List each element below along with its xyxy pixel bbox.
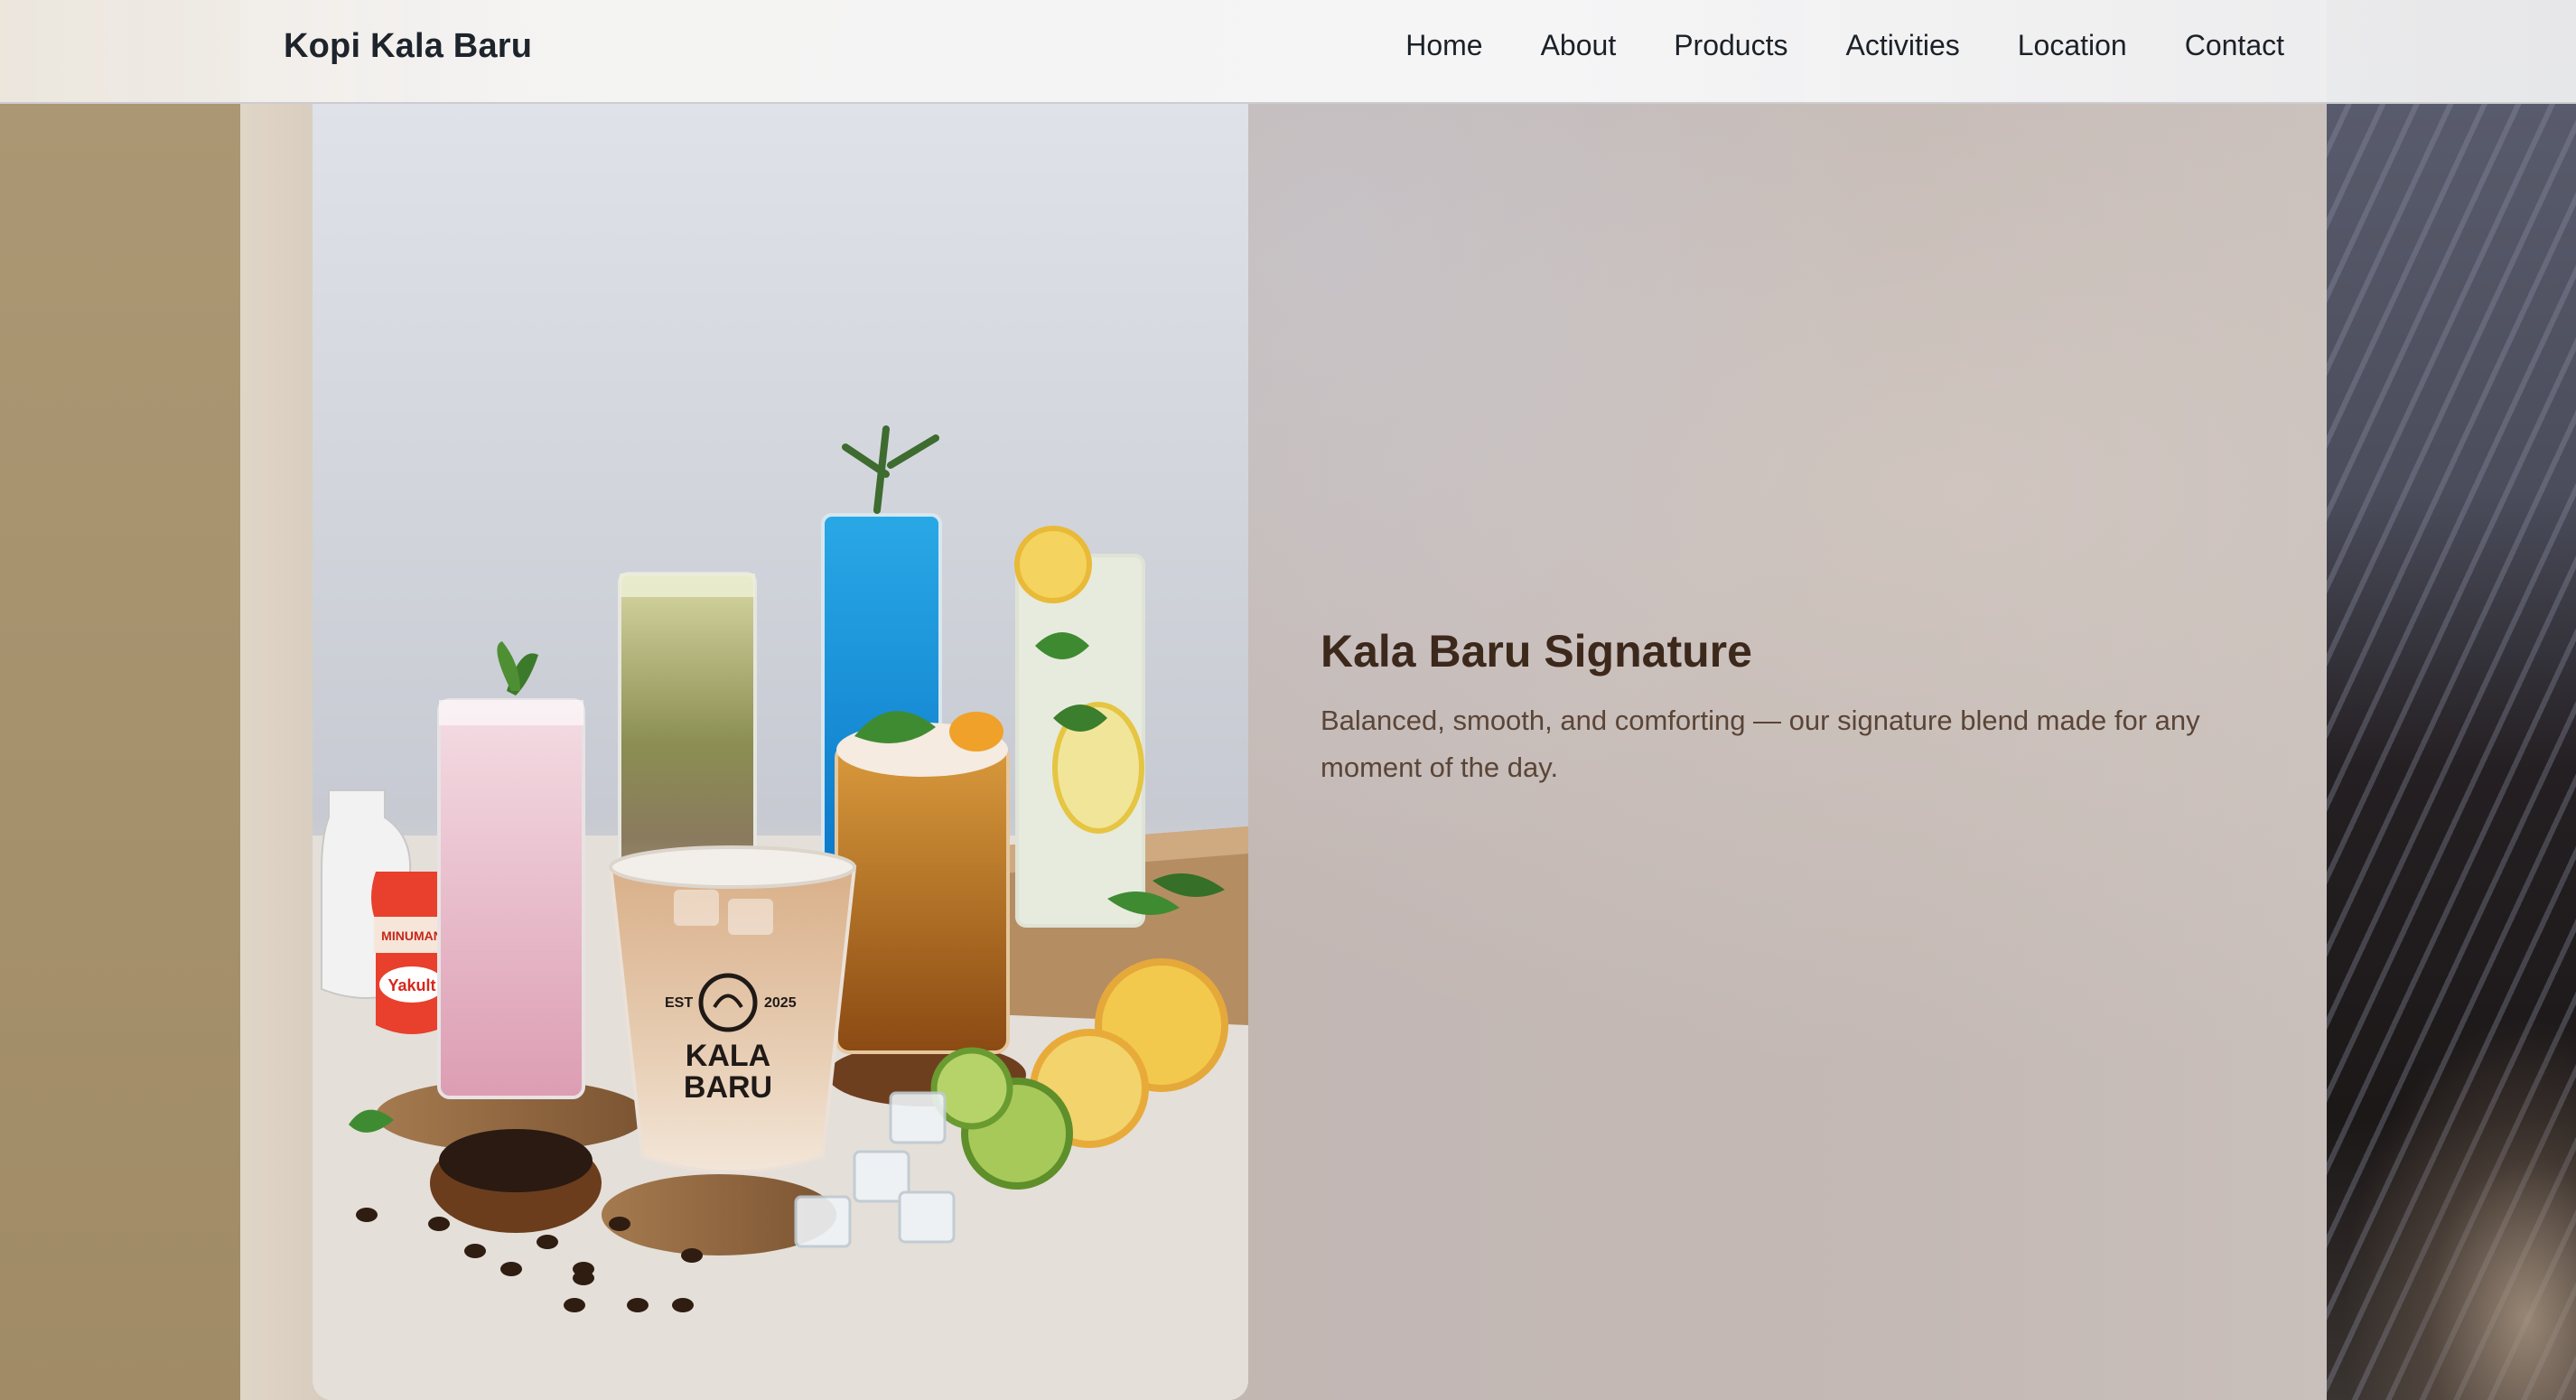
brand-logo-text[interactable]: Kopi Kala Baru xyxy=(284,27,532,66)
bottle-label-brand: Yakult xyxy=(387,976,435,994)
hero-description: Balanced, smooth, and comforting — our s… xyxy=(1321,705,2200,783)
nav-link-contact[interactable]: Contact xyxy=(2185,29,2284,62)
cup-name-line2: BARU xyxy=(684,1070,772,1105)
cup-est-text: EST xyxy=(665,995,693,1011)
cup-year-text: 2025 xyxy=(764,995,797,1011)
hero-text-section: Kala Baru Signature Balanced, smooth, an… xyxy=(1321,625,2260,791)
nav-link-location[interactable]: Location xyxy=(2018,29,2127,62)
hero-title: Kala Baru Signature xyxy=(1321,626,1752,677)
navbar: Kopi Kala Baru Home About Products Activ… xyxy=(0,0,2576,104)
nav-link-about[interactable]: About xyxy=(1541,29,1617,62)
cup-name-line1: KALA xyxy=(686,1039,770,1073)
page: Kopi Kala Baru Home About Products Activ… xyxy=(0,0,2576,1400)
nav-link-activities[interactable]: Activities xyxy=(1845,29,1959,62)
background-left-panel xyxy=(0,0,240,1400)
nav-link-products[interactable]: Products xyxy=(1674,29,1787,62)
background-right-person-blur xyxy=(2327,994,2576,1400)
hero-product-image: MINUMAN Yakult EST 2025 KALA BARU xyxy=(313,104,1248,1400)
main-nav: Home About Products Activities Location … xyxy=(1405,29,2284,62)
bottle-label-top: MINUMAN xyxy=(381,929,443,943)
nav-link-home[interactable]: Home xyxy=(1405,29,1482,62)
drinks-photo-illustration: MINUMAN Yakult EST 2025 KALA BARU xyxy=(313,104,1248,1400)
